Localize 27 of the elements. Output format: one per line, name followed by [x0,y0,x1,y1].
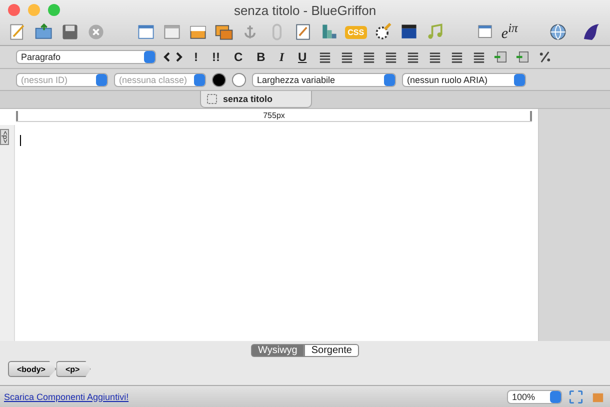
breadcrumb[interactable]: <p> [56,361,91,377]
format-button[interactable]: !! [208,50,224,64]
text-cursor [20,135,21,146]
format-button[interactable]: ! [190,50,202,64]
remove-column-icon[interactable] [514,49,531,65]
document-tab[interactable]: senza titolo [200,91,312,108]
window-title: senza titolo - BlueGriffon [234,2,376,18]
page-icon [207,94,217,104]
view-mode-tab[interactable]: Sorgente [304,344,359,356]
aria-role-dropdown[interactable]: (nessun ruolo ARIA) [402,72,526,86]
format-button[interactable]: I [275,50,288,64]
view-mode-tab[interactable]: Wysiwyg [251,344,304,356]
add-ons-link[interactable]: Scarica Componenti Aggiuntivi! [4,392,129,402]
insert-column-icon[interactable] [492,49,509,65]
width-ruler: 755px [16,111,532,121]
format-button[interactable]: B [252,50,270,64]
formula-icon[interactable]: e$^{iπ}$ [501,21,518,43]
format-button[interactable]: U [294,50,311,64]
fullscreen-icon[interactable] [568,388,584,404]
zoom-dropdown[interactable]: 100% [507,390,562,404]
background-color-swatch[interactable] [232,72,246,86]
format-button[interactable]: C [230,50,247,64]
paragraph-style-dropdown[interactable]: Paragrafo [16,50,156,64]
text-color-swatch[interactable] [212,72,226,86]
breadcrumb[interactable]: <body> [8,361,56,377]
width-dropdown[interactable]: Larghezza variabile [252,72,396,86]
close-button[interactable] [8,4,20,16]
